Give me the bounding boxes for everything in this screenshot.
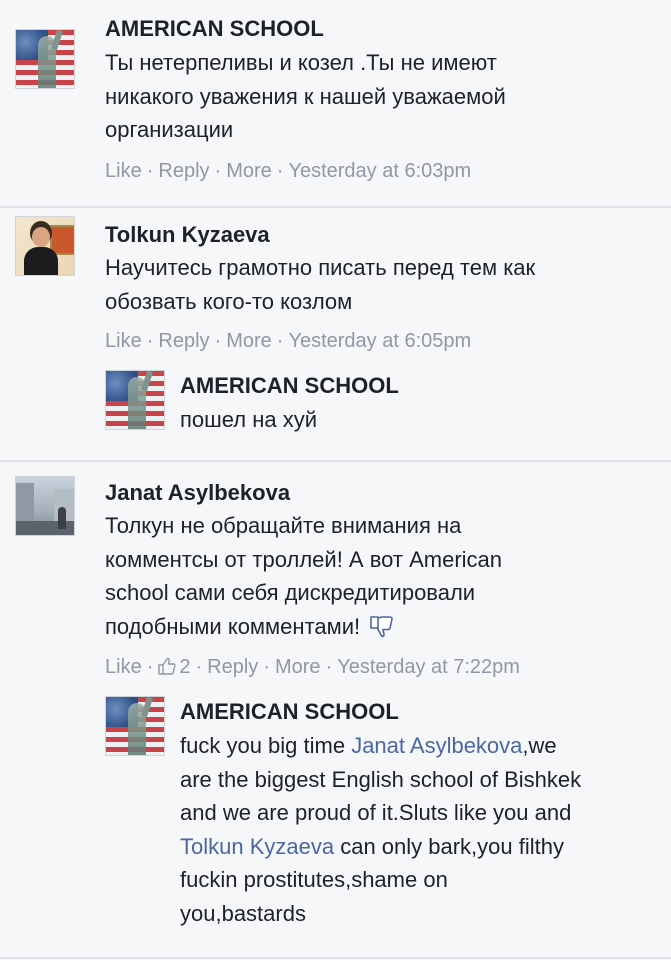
thumbs-up-icon bbox=[158, 657, 176, 675]
american-school-avatar[interactable] bbox=[105, 370, 165, 430]
comment-text: Научитесь грамотно писать перед тем как … bbox=[105, 251, 535, 318]
reply-text-line: fuck you big time Janat Asylbekova,we bbox=[180, 733, 557, 758]
reply-link[interactable]: Reply bbox=[158, 158, 209, 184]
comment-text-line: обозвать кого-то козлом bbox=[105, 288, 353, 314]
reply-link[interactable]: Reply bbox=[158, 328, 209, 354]
timestamp[interactable]: Yesterday at 7:22pm bbox=[337, 654, 520, 680]
reply-text-line: Tolkun Kyzaeva can only bark,you filthy bbox=[180, 833, 564, 859]
timestamp[interactable]: Yesterday at 6:05pm bbox=[288, 328, 471, 354]
mention-link[interactable]: Tolkun Kyzaeva bbox=[180, 834, 334, 859]
divider bbox=[0, 957, 671, 959]
comment-3: Janat Asylbekova Толкун не обращайте вни… bbox=[0, 462, 671, 960]
comment-text-line: Ты нетерпеливы и козел .Ты не имеют bbox=[105, 50, 497, 75]
more-link[interactable]: More bbox=[226, 158, 272, 184]
timestamp[interactable]: Yesterday at 6:03pm bbox=[288, 158, 471, 184]
comment-actions: Like · Reply · More · Yesterday at 6:05pm bbox=[105, 328, 472, 354]
reply-text-line: fuckin prostitutes,shame on bbox=[180, 867, 448, 892]
like-link[interactable]: Like bbox=[105, 654, 142, 680]
like-link[interactable]: Like bbox=[105, 328, 142, 354]
comment-text: Толкун не обращайте внимания на комментс… bbox=[105, 509, 502, 643]
comment-text-line: организации bbox=[105, 117, 234, 142]
mention-link[interactable]: Janat Asylbekova bbox=[351, 733, 522, 758]
more-link[interactable]: More bbox=[275, 654, 321, 680]
reply-link[interactable]: Reply bbox=[207, 654, 258, 680]
comment-author[interactable]: Tolkun Kyzaeva bbox=[105, 220, 270, 250]
comment-author[interactable]: Janat Asylbekova bbox=[105, 478, 290, 508]
comment-actions: Like · Reply · More · Yesterday at 6:03pm bbox=[105, 158, 472, 184]
comment-text-line: никакого уважения к нашей уважаемой bbox=[105, 83, 506, 109]
comment-2: Tolkun Kyzaeva Научитесь грамотно писать… bbox=[0, 208, 671, 458]
tolkun-kyzaeva-avatar[interactable] bbox=[15, 216, 75, 276]
comment-text-line: комментсы от троллей! А вот American bbox=[105, 546, 503, 572]
like-link[interactable]: Like bbox=[105, 158, 142, 184]
comment-text-line: подобными комментами! bbox=[105, 610, 502, 644]
reply-text-line: and we are proud of it.Sluts like you an… bbox=[180, 800, 572, 825]
janat-asylbekova-avatar[interactable] bbox=[15, 476, 75, 536]
comment-text: Ты нетерпеливы и козел .Ты не имеют ника… bbox=[105, 46, 506, 147]
comment-text-line: Научитесь грамотно писать перед тем как bbox=[105, 255, 536, 280]
reply-text: пошел на хуй bbox=[180, 407, 318, 432]
comment-author[interactable]: AMERICAN SCHOOL bbox=[105, 14, 324, 44]
reply-author[interactable]: AMERICAN SCHOOL bbox=[180, 697, 399, 727]
thumbs-down-icon bbox=[370, 615, 394, 637]
more-link[interactable]: More bbox=[226, 328, 272, 354]
reply-text: fuck you big time Janat Asylbekova,we ar… bbox=[180, 729, 581, 930]
comment-1: AMERICAN SCHOOL Ты нетерпеливы и козел .… bbox=[0, 0, 671, 205]
reply-text-line: you,bastards bbox=[180, 900, 306, 926]
comment-actions: Like · 2 · Reply · More · Yesterday at 7:22pm bbox=[105, 654, 520, 680]
american-school-avatar[interactable] bbox=[15, 29, 75, 89]
comment-text-line: school сами себя дискредитировали bbox=[105, 580, 476, 605]
reply-author[interactable]: AMERICAN SCHOOL bbox=[180, 371, 399, 401]
comment-text-line: Толкун не обращайте внимания на bbox=[105, 513, 462, 538]
like-count[interactable]: 2 bbox=[158, 654, 191, 680]
american-school-avatar[interactable] bbox=[105, 696, 165, 756]
reply-text-line: are the biggest English school of Bishke… bbox=[180, 766, 582, 792]
